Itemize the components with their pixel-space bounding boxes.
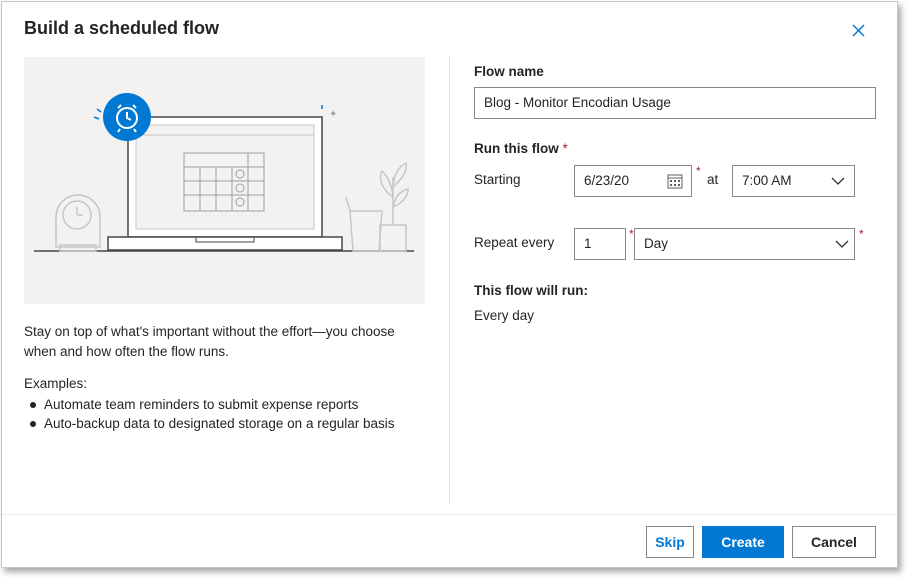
- laptop-illustration: [107, 116, 343, 251]
- dialog-title: Build a scheduled flow: [24, 18, 220, 38]
- cancel-button[interactable]: Cancel: [792, 526, 876, 558]
- svg-text:✦: ✦: [329, 109, 337, 120]
- repeat-unit-value: Day: [644, 236, 669, 251]
- start-time-value: 7:00 AM: [742, 173, 792, 188]
- list-item: Auto-backup data to designated storage o…: [24, 414, 395, 433]
- run-flow-label-text: Run this flow: [474, 141, 559, 156]
- flow-description: Stay on top of what's important without …: [24, 324, 395, 359]
- column-divider: [449, 57, 450, 504]
- illustration: ✦: [24, 57, 425, 304]
- desk-clock-illustration: [55, 194, 101, 252]
- create-button[interactable]: Create: [702, 526, 784, 558]
- flow-name-value: Blog - Monitor Encodian Usage: [484, 95, 671, 110]
- start-time-dropdown[interactable]: 7:00 AM: [732, 165, 855, 197]
- scheduled-laptop-illustration: ✦: [34, 93, 414, 252]
- flow-name-input[interactable]: Blog - Monitor Encodian Usage: [474, 87, 876, 119]
- run-flow-label: Run this flow *: [474, 141, 568, 156]
- start-date-value: 6/23/20: [584, 173, 630, 188]
- chevron-down-icon: [835, 240, 849, 248]
- examples-heading: Examples:: [24, 376, 88, 391]
- repeat-unit-dropdown[interactable]: Day: [634, 228, 855, 260]
- chevron-down-icon: [831, 177, 845, 185]
- required-marker: *: [859, 227, 864, 241]
- starting-label: Starting: [474, 172, 521, 187]
- close-icon: [852, 24, 865, 37]
- examples-list: Automate team reminders to submit expens…: [24, 395, 395, 433]
- will-run-label: This flow will run:: [474, 283, 588, 298]
- calendar-icon[interactable]: [667, 173, 683, 189]
- footer-divider: [2, 514, 897, 515]
- start-date-picker[interactable]: 6/23/20: [574, 165, 692, 197]
- repeat-every-label: Repeat every: [474, 235, 555, 250]
- at-label: at: [707, 172, 719, 187]
- alarm-clock-icon: [93, 93, 151, 141]
- required-marker: *: [696, 164, 701, 178]
- repeat-interval-input[interactable]: 1: [574, 228, 626, 260]
- flow-name-label: Flow name: [474, 64, 544, 79]
- close-button[interactable]: [848, 20, 870, 42]
- repeat-interval-value: 1: [584, 236, 592, 251]
- list-item: Automate team reminders to submit expens…: [24, 395, 395, 414]
- plant-illustration: [345, 161, 409, 252]
- required-marker: *: [562, 141, 568, 156]
- skip-button[interactable]: Skip: [646, 526, 694, 558]
- required-marker: *: [629, 227, 634, 241]
- will-run-summary: Every day: [474, 308, 535, 323]
- scheduled-flow-dialog: Build a scheduled flow ✦ Stay on top of …: [1, 1, 898, 568]
